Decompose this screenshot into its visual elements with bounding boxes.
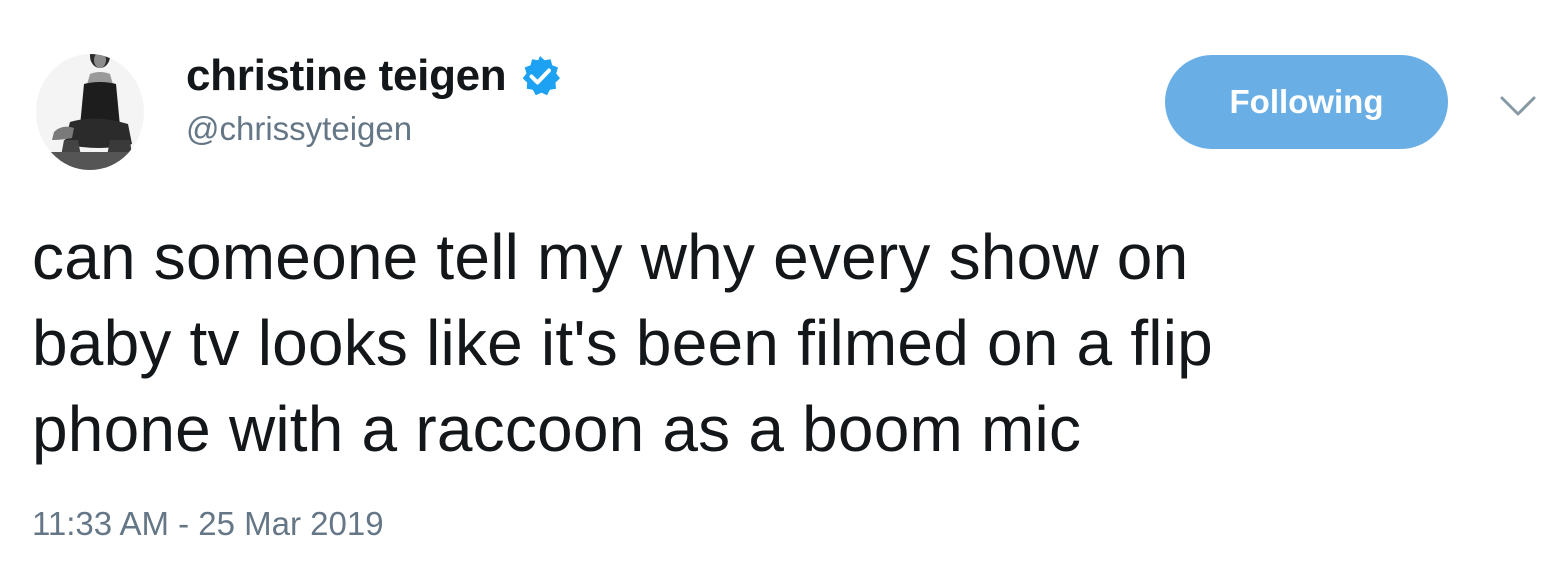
tweet-text: can someone tell my why every show on ba… xyxy=(32,221,1213,465)
avatar[interactable] xyxy=(34,40,146,172)
display-name[interactable]: christine teigen xyxy=(186,52,507,100)
author-block[interactable]: christine teigen @chrissyteigen xyxy=(186,52,562,148)
name-row: christine teigen xyxy=(186,52,562,100)
chevron-down-icon[interactable] xyxy=(1498,92,1538,120)
tweet-card: christine teigen @chrissyteigen Followin… xyxy=(0,0,1558,580)
following-button[interactable]: Following xyxy=(1165,55,1448,149)
avatar-photo xyxy=(36,54,144,170)
handle[interactable]: @chrissyteigen xyxy=(186,110,562,148)
verified-badge-icon xyxy=(518,54,562,98)
timestamp[interactable]: 11:33 AM - 25 Mar 2019 xyxy=(32,504,384,544)
